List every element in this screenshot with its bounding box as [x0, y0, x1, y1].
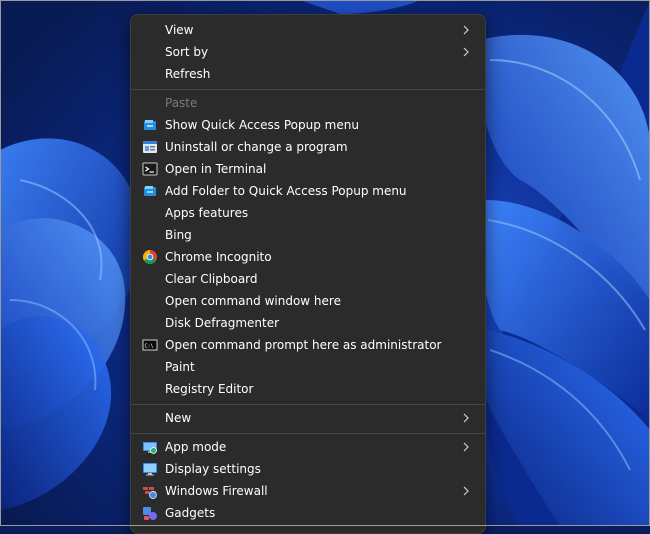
menu-item-disk-defragmenter[interactable]: Disk Defragmenter: [135, 312, 481, 334]
menu-item-display-settings[interactable]: Display settings: [135, 458, 481, 480]
menu-item-label: Registry Editor: [165, 382, 254, 396]
gadgets-icon: [143, 507, 157, 520]
menu-item-label: Refresh: [165, 67, 211, 81]
menu-separator: [131, 404, 485, 405]
quick-access-icon: [144, 186, 156, 196]
menu-item-apps-features[interactable]: Apps features: [135, 202, 481, 224]
menu-separator: [131, 89, 485, 90]
menu-item-view[interactable]: View: [135, 19, 481, 41]
menu-item-windows-firewall[interactable]: Windows Firewall: [135, 480, 481, 502]
app-mode-icon: [143, 442, 157, 454]
menu-item-label: Open command window here: [165, 294, 341, 308]
display-icon: [143, 463, 157, 476]
menu-item-add-folder-quick-access[interactable]: Add Folder to Quick Access Popup menu: [135, 180, 481, 202]
desktop-context-menu: View Sort by Refresh Paste Show Quick Ac…: [130, 14, 486, 534]
terminal-icon: [142, 162, 158, 176]
menu-item-new[interactable]: New: [135, 407, 481, 429]
menu-item-label: App mode: [165, 440, 227, 454]
menu-item-label: Gadgets: [165, 506, 216, 520]
menu-item-label: Chrome Incognito: [165, 250, 272, 264]
menu-item-bing[interactable]: Bing: [135, 224, 481, 246]
menu-item-label: Disk Defragmenter: [165, 316, 280, 330]
menu-item-gadgets[interactable]: Gadgets: [135, 502, 481, 524]
svg-text:C:\: C:\: [145, 344, 154, 350]
menu-item-label: Apps features: [165, 206, 249, 220]
menu-separator: [131, 433, 485, 434]
menu-item-label: Add Folder to Quick Access Popup menu: [165, 184, 407, 198]
menu-item-registry-editor[interactable]: Registry Editor: [135, 378, 481, 400]
chrome-icon: [143, 250, 157, 264]
chevron-right-icon: [463, 25, 469, 35]
menu-item-label: Bing: [165, 228, 192, 242]
chevron-right-icon: [463, 486, 469, 496]
menu-item-label: Windows Firewall: [165, 484, 268, 498]
menu-item-label: Open in Terminal: [165, 162, 267, 176]
programs-icon: [143, 141, 157, 153]
menu-item-open-in-terminal[interactable]: Open in Terminal: [135, 158, 481, 180]
menu-item-label: Paste: [165, 96, 198, 110]
menu-item-app-mode[interactable]: App mode: [135, 436, 481, 458]
menu-item-sort-by[interactable]: Sort by: [135, 41, 481, 63]
menu-item-show-quick-access-popup[interactable]: Show Quick Access Popup menu: [135, 114, 481, 136]
menu-item-label: Show Quick Access Popup menu: [165, 118, 359, 132]
chevron-right-icon: [463, 413, 469, 423]
menu-item-paint[interactable]: Paint: [135, 356, 481, 378]
menu-item-label: View: [165, 23, 194, 37]
menu-item-refresh[interactable]: Refresh: [135, 63, 481, 85]
menu-item-uninstall-program[interactable]: Uninstall or change a program: [135, 136, 481, 158]
command-prompt-icon: C:\: [142, 339, 158, 351]
menu-item-paste: Paste: [135, 92, 481, 114]
firewall-icon: [143, 487, 157, 499]
menu-item-label: Sort by: [165, 45, 209, 59]
menu-item-chrome-incognito[interactable]: Chrome Incognito: [135, 246, 481, 268]
menu-item-label: Uninstall or change a program: [165, 140, 348, 154]
menu-item-label: Clear Clipboard: [165, 272, 258, 286]
chevron-right-icon: [463, 47, 469, 57]
menu-item-label: Display settings: [165, 462, 261, 476]
quick-access-icon: [144, 120, 156, 130]
menu-item-open-command-window[interactable]: Open command window here: [135, 290, 481, 312]
menu-item-command-prompt-admin[interactable]: C:\ Open command prompt here as administ…: [135, 334, 481, 356]
chevron-right-icon: [463, 442, 469, 452]
menu-item-label: New: [165, 411, 192, 425]
menu-item-label: Open command prompt here as administrato…: [165, 338, 442, 352]
menu-item-label: Paint: [165, 360, 195, 374]
menu-item-clear-clipboard[interactable]: Clear Clipboard: [135, 268, 481, 290]
